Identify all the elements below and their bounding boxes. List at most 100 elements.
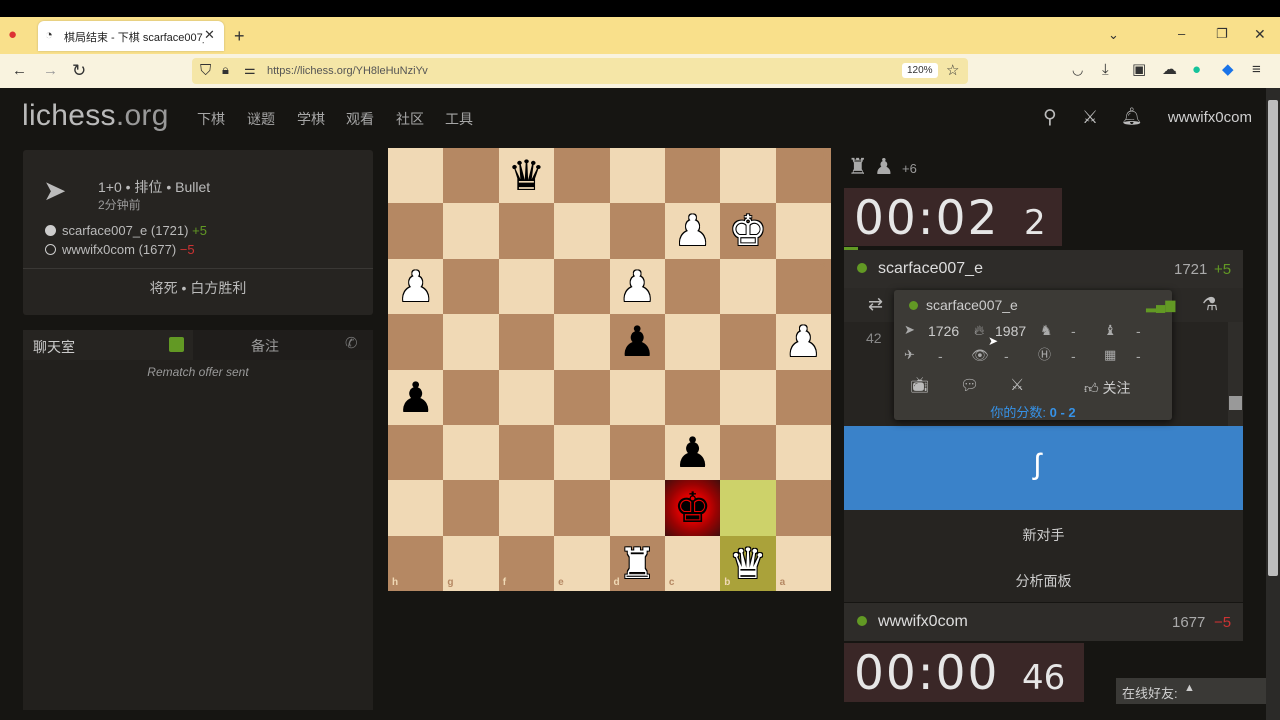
screenshot-icon[interactable]: ▣ <box>1132 62 1146 77</box>
message-bubble-icon[interactable]: 💬︎ <box>960 378 979 393</box>
minimize-icon[interactable]: – <box>1178 27 1185 40</box>
bookmark-star-icon[interactable]: ☆ <box>946 63 959 78</box>
player-top-row[interactable]: scarface007_e 1721 +5 <box>844 250 1243 288</box>
analysis-flask-icon[interactable]: ⚗ <box>1202 295 1218 313</box>
popup-player-name[interactable]: scarface007_e <box>926 297 1018 313</box>
nav-watch[interactable]: 观看 <box>346 109 374 129</box>
square-d2[interactable] <box>609 203 665 259</box>
square-e4[interactable] <box>554 314 610 370</box>
square-h4[interactable] <box>388 314 444 370</box>
phone-icon[interactable]: ✆ <box>345 336 358 351</box>
square-c4[interactable] <box>664 314 721 370</box>
reload-icon[interactable]: ↻ <box>72 62 86 79</box>
address-bar[interactable]: ⛉ 🔒︎ ⚌ https://lichess.org/YH8leHuNziYv … <box>192 58 968 84</box>
page-scrollbar-thumb[interactable] <box>1268 100 1278 576</box>
square-d7[interactable] <box>609 480 665 536</box>
square-c5[interactable] <box>664 369 721 425</box>
square-f7[interactable] <box>498 480 555 536</box>
white-player-name[interactable]: scarface007_e (1721) <box>62 223 188 238</box>
square-g3[interactable] <box>443 258 499 315</box>
square-e6[interactable] <box>554 424 610 481</box>
white-pawn-c2[interactable]: ♟ <box>665 203 720 258</box>
online-friends-toggle[interactable]: 在线好友: ▲ <box>1116 678 1266 704</box>
square-e5[interactable] <box>554 369 610 425</box>
black-pawn-c6[interactable]: ♟ <box>665 425 720 480</box>
square-c1[interactable] <box>664 148 721 204</box>
square-c3[interactable] <box>664 258 721 315</box>
square-g1[interactable] <box>443 148 499 204</box>
tab-list-icon[interactable]: ⌄ <box>1108 28 1119 41</box>
black-queen-f1[interactable]: ♛ <box>499 148 554 203</box>
restore-icon[interactable]: ❐ <box>1216 27 1228 40</box>
square-b4[interactable] <box>720 314 776 370</box>
close-tab-icon[interactable]: ✕ <box>204 28 215 41</box>
square-h7[interactable] <box>388 480 444 536</box>
square-h6[interactable] <box>388 424 444 481</box>
tv-icon[interactable]: 📺︎ <box>910 378 929 393</box>
permissions-icon[interactable]: ⚌ <box>244 63 256 76</box>
extension-icon[interactable]: ☁ <box>1162 62 1177 77</box>
follow-button[interactable]: 👍︎ 关注 <box>1084 378 1131 398</box>
analysis-board-button[interactable]: 分析面板 <box>844 558 1243 602</box>
nav-community[interactable]: 社区 <box>396 109 424 129</box>
black-king-c7[interactable]: ♚ <box>665 480 720 535</box>
square-g6[interactable] <box>443 424 499 481</box>
square-d6[interactable] <box>609 424 665 481</box>
white-player-row[interactable]: scarface007_e (1721) +5 <box>45 223 207 238</box>
nav-play[interactable]: 下棋 <box>197 109 225 129</box>
tab-chat[interactable]: 聊天室 <box>23 330 193 360</box>
square-f3[interactable] <box>498 258 555 315</box>
white-pawn-h3[interactable]: ♟ <box>388 259 443 314</box>
moves-scroll-thumb[interactable] <box>1229 396 1242 410</box>
square-b3[interactable] <box>720 258 776 315</box>
black-player-row[interactable]: wwwifx0com (1677) −5 <box>45 242 195 257</box>
square-f5[interactable] <box>498 369 555 425</box>
downloads-icon[interactable]: ⤓ <box>1102 62 1109 77</box>
white-king-b2[interactable]: ♚ <box>720 203 775 258</box>
square-e1[interactable] <box>554 148 610 204</box>
player-bottom-name[interactable]: wwwifx0com <box>878 613 968 631</box>
new-opponent-button[interactable]: 新对手 <box>844 512 1243 556</box>
grammarly-icon[interactable]: ● <box>1192 62 1201 77</box>
user-menu[interactable]: wwwifx0com <box>1168 109 1252 126</box>
player-top-name[interactable]: scarface007_e <box>878 260 983 278</box>
bell-icon[interactable]: 🔔︎ <box>1121 108 1143 125</box>
challenge-swords-icon[interactable]: ⚔ <box>1010 378 1024 394</box>
rematch-button[interactable]: ʃ <box>844 426 1243 510</box>
swords-icon[interactable]: ⚔ <box>1082 108 1098 126</box>
black-player-name[interactable]: wwwifx0com (1677) <box>62 242 176 257</box>
black-pawn-h5[interactable]: ♟ <box>388 370 443 425</box>
square-g2[interactable] <box>443 203 499 259</box>
forward-icon[interactable]: → <box>43 63 58 78</box>
extension-blue-icon[interactable]: ◆ <box>1222 62 1234 77</box>
close-window-icon[interactable]: ✕ <box>1254 27 1266 41</box>
pocket-icon[interactable]: ◡ <box>1072 63 1083 76</box>
square-d5[interactable] <box>609 369 665 425</box>
zoom-badge[interactable]: 120% <box>902 63 938 78</box>
square-e3[interactable] <box>554 258 610 315</box>
site-logo[interactable]: lichess.org <box>22 99 169 133</box>
white-pawn-d3[interactable]: ♟ <box>610 259 665 314</box>
tab-notes[interactable]: 备注 ✆ <box>193 330 373 360</box>
nav-tools[interactable]: 工具 <box>445 109 473 129</box>
chess-board[interactable]: ♛ ♟ ♚ ♟ ♟ ♟ ♟ ♟ ♟ ♚ ♜ ♛ 1 2 3 4 5 6 7 8 h g f e d c b a <box>388 148 832 592</box>
moves-scrollbar[interactable] <box>1228 322 1243 426</box>
square-e7[interactable] <box>554 480 610 536</box>
square-f2[interactable] <box>498 203 555 259</box>
square-d1[interactable] <box>609 148 665 204</box>
square-e2[interactable] <box>554 203 610 259</box>
square-b6[interactable] <box>720 424 776 481</box>
nav-learn[interactable]: 学棋 <box>297 109 325 129</box>
square-f8[interactable] <box>498 535 555 592</box>
url-text[interactable]: https://lichess.org/YH8leHuNziYv <box>267 65 428 77</box>
square-g7[interactable] <box>443 480 499 536</box>
back-icon[interactable]: ← <box>12 63 27 78</box>
square-h1[interactable] <box>388 148 444 204</box>
square-f4[interactable] <box>498 314 555 370</box>
square-b1[interactable] <box>720 148 776 204</box>
square-h2[interactable] <box>388 203 444 259</box>
menu-icon[interactable]: ≡ <box>1252 62 1261 77</box>
flip-board-icon[interactable]: ⇄ <box>868 295 883 313</box>
square-f6[interactable] <box>498 424 555 481</box>
nav-puzzles[interactable]: 谜题 <box>247 109 275 129</box>
